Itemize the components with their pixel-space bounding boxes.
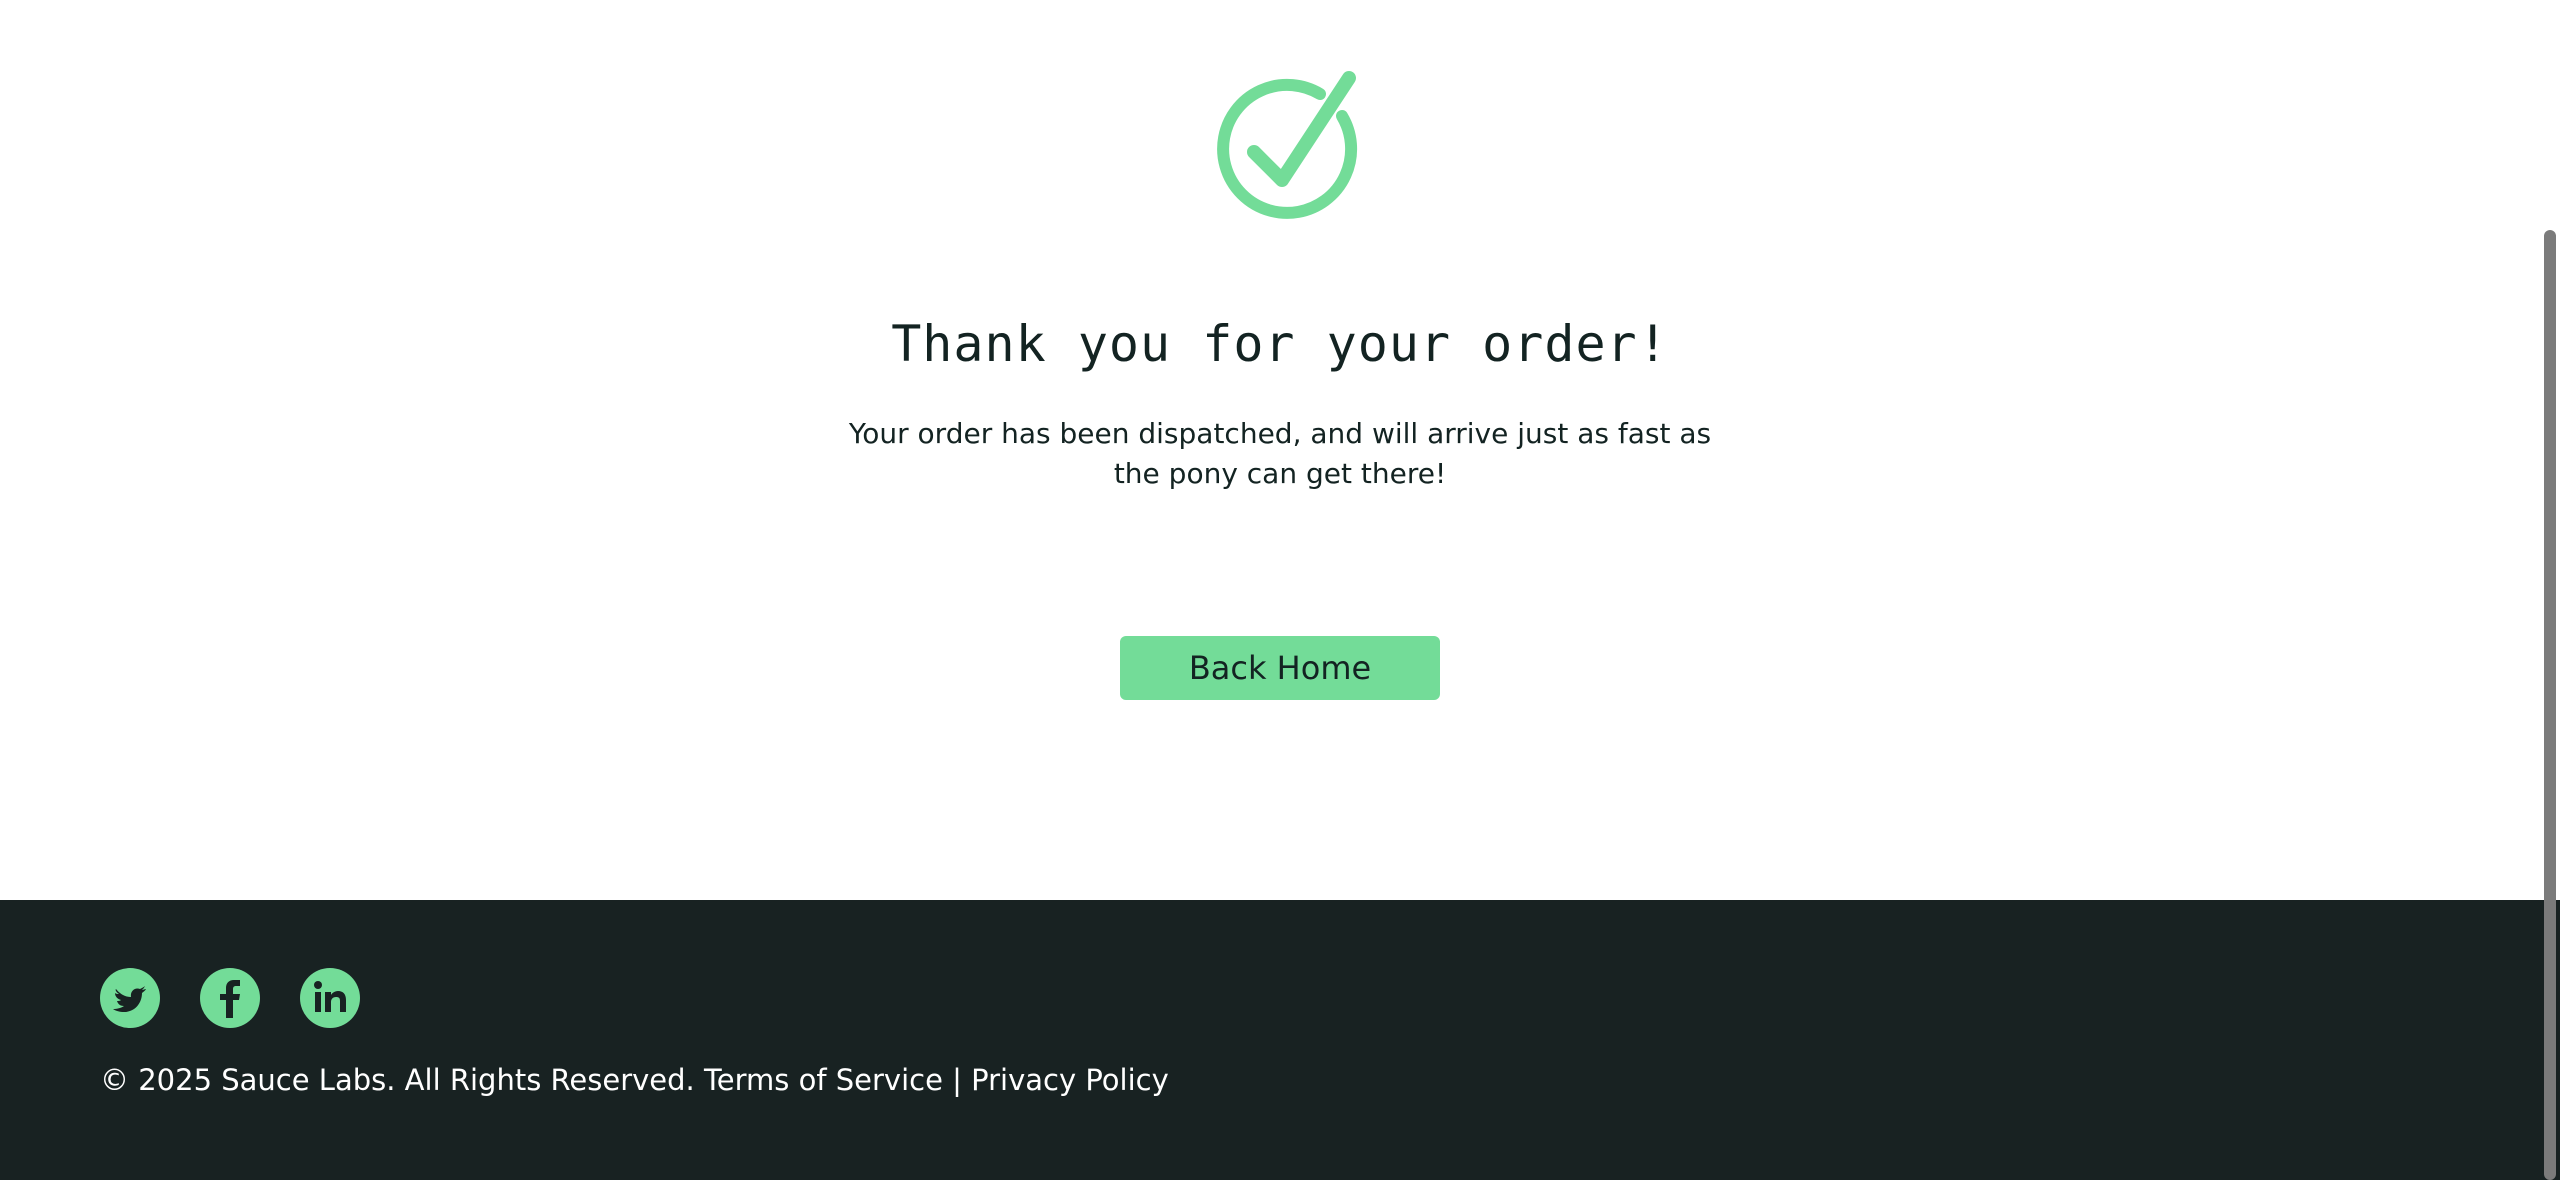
scrollbar-thumb[interactable] [2544,230,2556,1180]
check-circle-icon [1217,71,1358,219]
complete-header: Thank you for your order! [891,315,1669,373]
footer-copy: © 2025 Sauce Labs. All Rights Reserved. … [100,1063,1169,1097]
checkout-complete-container: Thank you for your order! Your order has… [0,0,2544,900]
facebook-icon[interactable] [200,968,260,1028]
twitter-icon[interactable] [100,968,160,1028]
footer [0,900,2560,1180]
complete-text: Your order has been dispatched, and will… [848,417,1712,490]
back-home-button[interactable]: Back Home [1120,636,1440,700]
linkedin-icon[interactable] [300,968,360,1028]
